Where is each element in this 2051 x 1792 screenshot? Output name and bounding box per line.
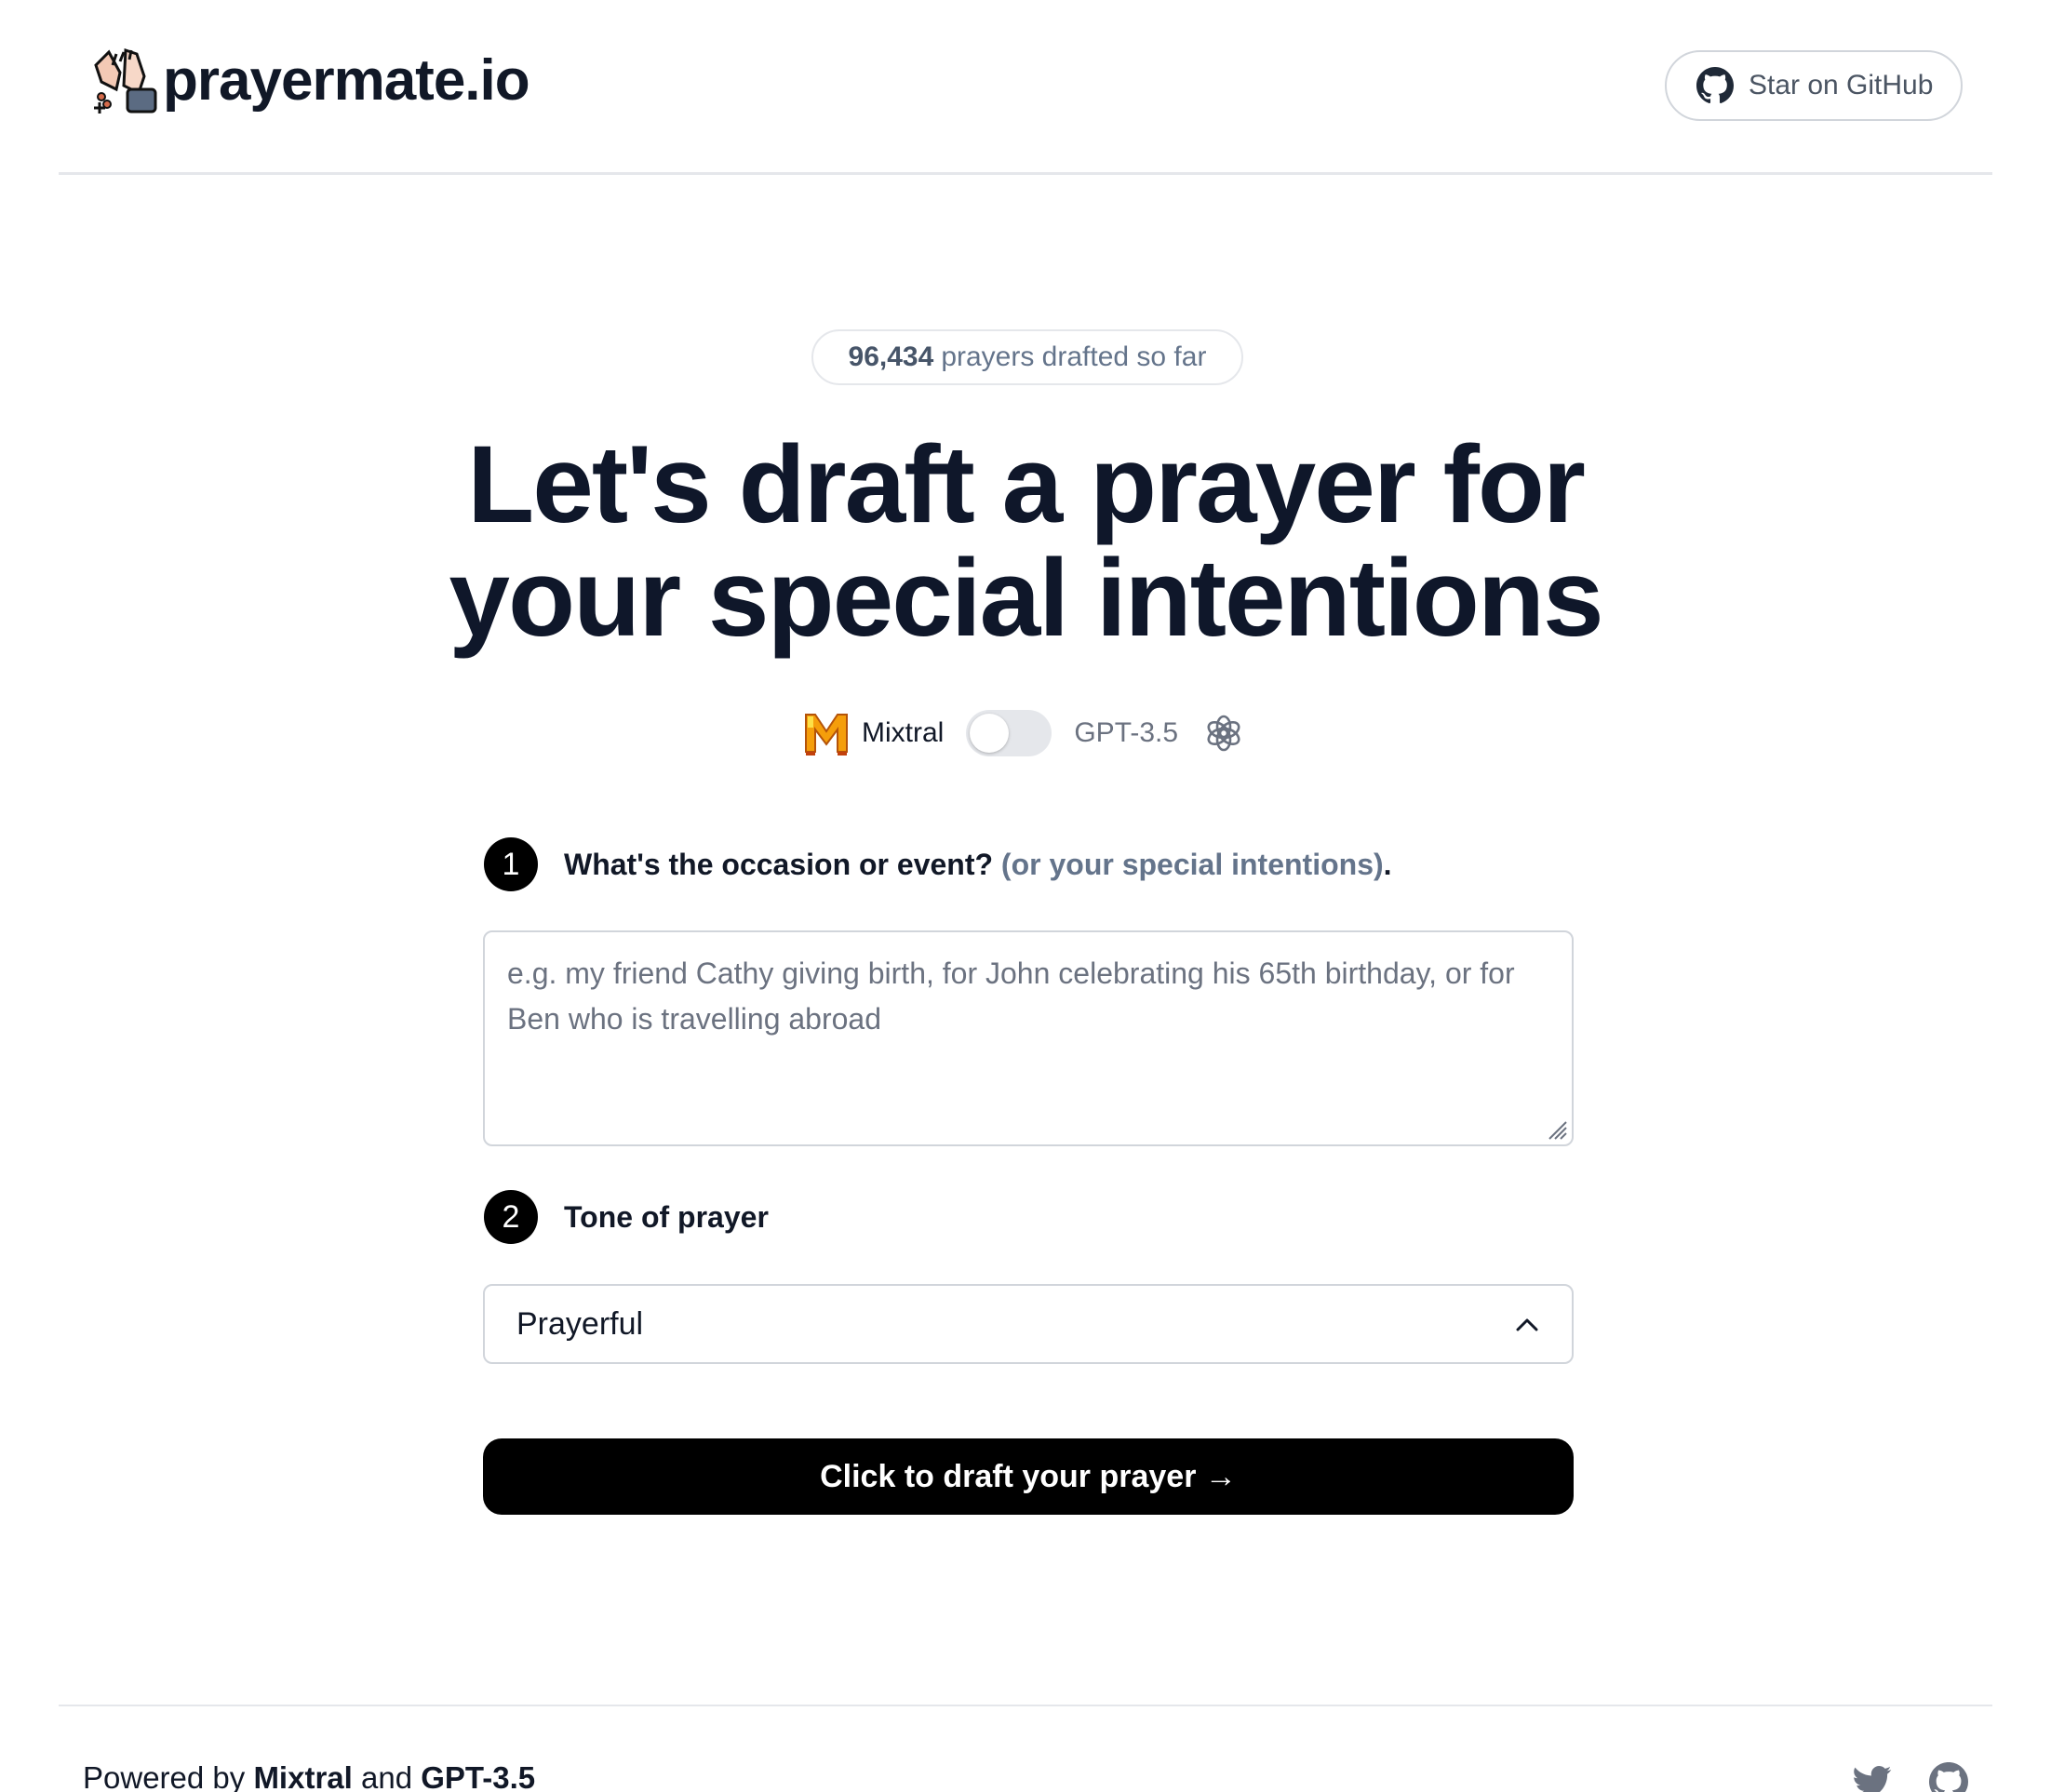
model-label-mixtral[interactable]: Mixtral [862,717,944,749]
model-switcher: Mixtral GPT-3.5 [804,707,1243,759]
title-line-2: your special intentions [449,537,1603,660]
model-toggle-switch[interactable] [966,710,1052,756]
step-1-question: What's the occasion or event? [564,847,994,881]
step-1-period: . [1383,847,1392,881]
openai-icon [1207,715,1240,752]
powered-model-a-link[interactable]: Mixtral [253,1760,352,1792]
social-links [1853,1762,1968,1792]
step-1-heading: 1 What's the occasion or event? (or your… [484,837,1392,891]
occasion-textarea-wrapper [483,930,1574,1146]
chevron-up-icon [1516,1318,1538,1331]
step-1-number-badge: 1 [484,837,538,891]
toggle-knob [970,714,1010,753]
brand-name: prayermate.io [163,47,530,113]
prayers-count-suffix: prayers drafted so far [941,341,1207,372]
site-footer: Powered by Mixtral and GPT-3.5 [59,1705,1992,1792]
github-icon [1696,67,1734,104]
star-on-github-button[interactable]: Star on GitHub [1665,50,1963,121]
powered-model-b-link[interactable]: GPT-3.5 [421,1760,535,1792]
github-button-label: Star on GitHub [1749,70,1934,100]
mixtral-logo-icon [805,714,848,756]
github-icon[interactable] [1929,1762,1968,1792]
powered-by-text: Powered by Mixtral and GPT-3.5 [83,1760,535,1792]
tone-selected-value: Prayerful [516,1305,644,1342]
step-2-title: Tone of prayer [564,1199,769,1234]
step-2-heading: 2 Tone of prayer [484,1190,769,1244]
step-1-hint: (or your special intentions) [1000,847,1384,881]
tone-select[interactable]: Prayerful [483,1284,1574,1364]
draft-prayer-button[interactable]: Click to draft your prayer → [483,1438,1574,1515]
prayers-count: 96,434 [848,341,934,372]
twitter-icon[interactable] [1853,1762,1892,1792]
step-2-label: Tone of prayer [564,1200,769,1235]
resize-handle-icon[interactable] [1544,1117,1568,1141]
brand-logo-link[interactable]: prayermate.io [88,45,530,115]
site-header: prayermate.io Star on GitHub [59,0,1992,175]
step-1-label: What's the occasion or event? (or your s… [564,848,1392,882]
title-line-1: Let's draft a prayer for [467,423,1586,546]
prayers-counter-badge: 96,434 prayers drafted so far [811,329,1243,385]
powered-prefix: Powered by [83,1760,246,1792]
praying-hands-icon [94,47,157,114]
step-2-number-badge: 2 [484,1190,538,1244]
powered-and: and [360,1760,413,1792]
model-label-gpt[interactable]: GPT-3.5 [1074,717,1178,749]
occasion-input[interactable] [485,932,1572,1144]
page-title: Let's draft a prayer for your special in… [279,428,1772,655]
page: prayermate.io Star on GitHub 96,434 pray… [0,0,2051,1792]
